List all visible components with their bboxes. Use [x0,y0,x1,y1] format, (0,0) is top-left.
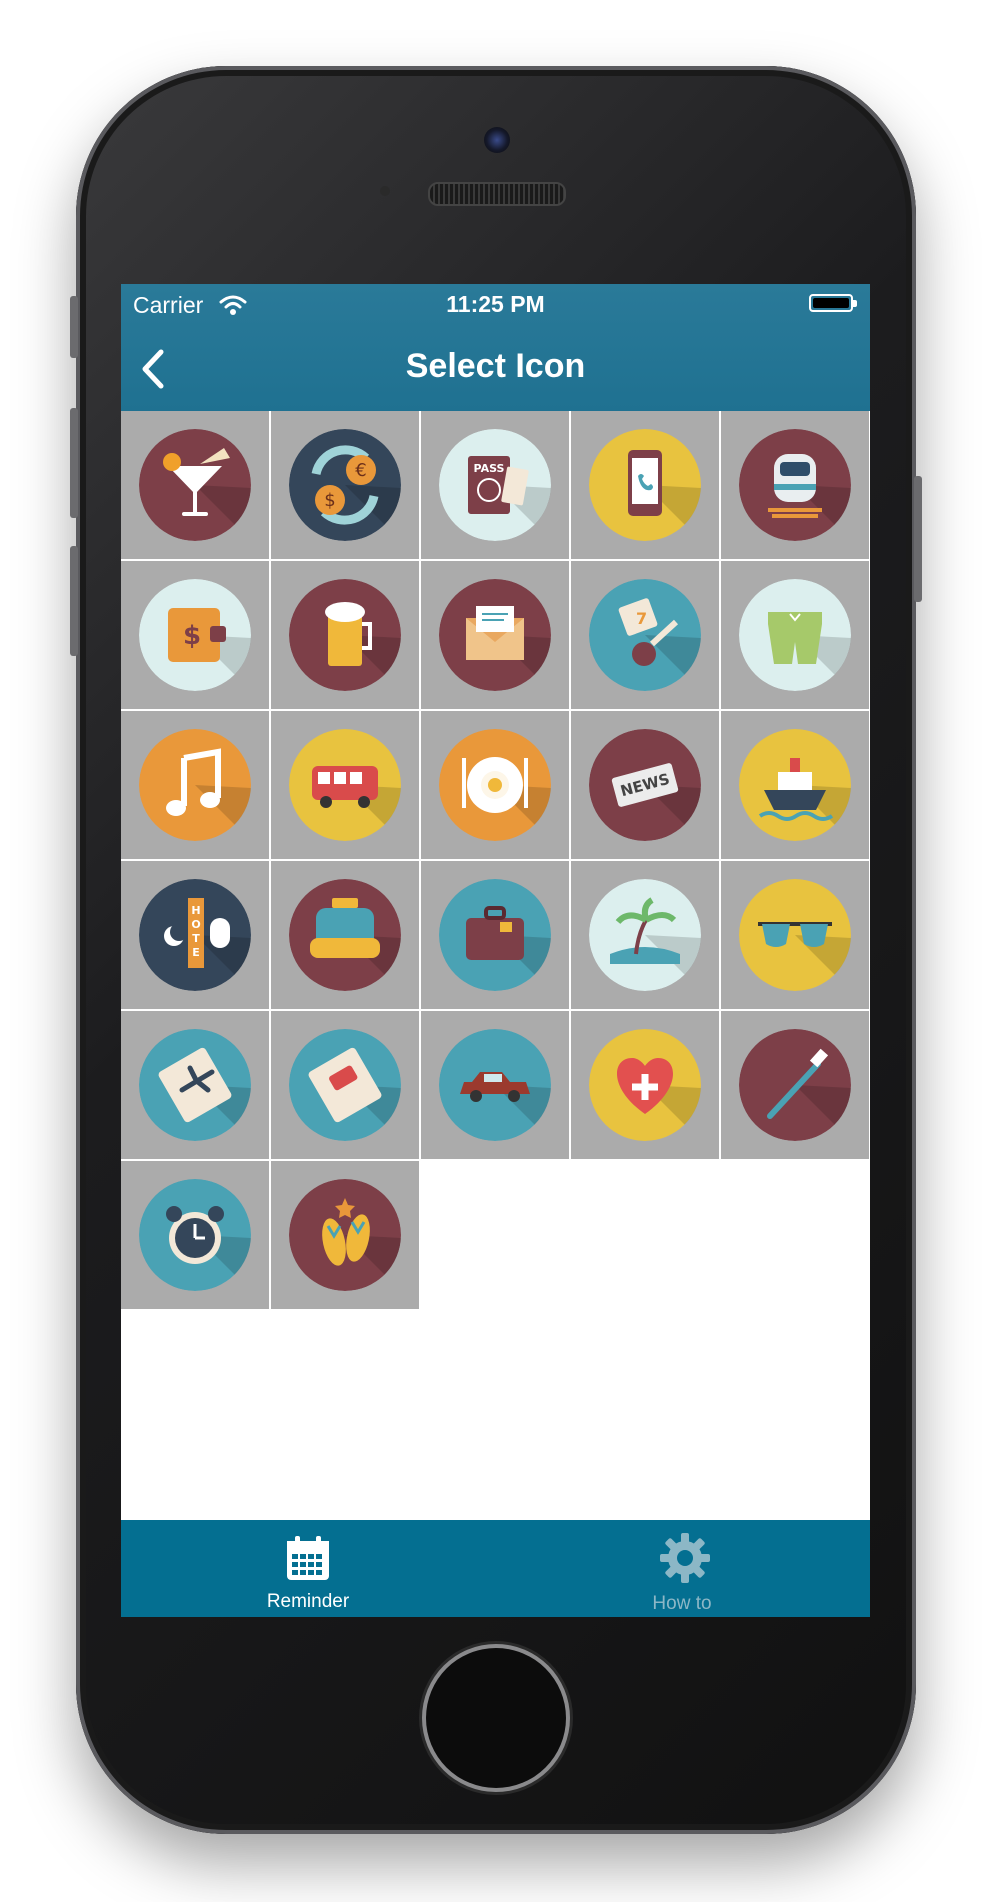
cruise-ship-icon [739,729,851,841]
icon-option[interactable] [721,711,869,859]
icon-option[interactable] [571,411,719,559]
icon-option[interactable] [121,711,269,859]
screen: Carrier 11:25 PM Select Icon € $ PASS $7 NEW… [121,284,870,1617]
icon-option[interactable] [571,861,719,1009]
tab-how-to-label: How to [652,1593,712,1614]
room-key-icon: 7 [589,579,701,691]
cocktail-icon [139,429,251,541]
svg-text:$: $ [183,621,201,651]
icon-option[interactable] [121,1011,269,1159]
svg-text:T: T [192,932,200,945]
icon-option[interactable] [721,861,869,1009]
power-button [914,476,922,602]
svg-text:7: 7 [636,609,647,628]
icon-option[interactable] [421,711,569,859]
icon-option[interactable] [421,561,569,709]
icon-option[interactable]: $ [121,561,269,709]
navigation-bar: Carrier 11:25 PM Select Icon [121,284,870,411]
home-button[interactable] [426,1648,566,1788]
tab-how-to[interactable]: How to [495,1520,869,1617]
earpiece-speaker [428,182,566,206]
svg-text:$: $ [324,490,335,511]
mobile-phone-icon [589,429,701,541]
icon-option[interactable]: NEWS [571,711,719,859]
calendar-icon [287,1536,329,1580]
tab-bar: Reminder How to [121,1520,870,1617]
taxi-icon [289,879,401,991]
icon-option[interactable] [421,861,569,1009]
currency-exchange-icon: €$ [289,429,401,541]
status-time: 11:25 PM [446,291,545,317]
envelope-icon [439,579,551,691]
icon-option[interactable]: PASS [421,411,569,559]
bus-ticket-icon [289,1029,401,1141]
svg-text:H: H [191,904,200,917]
alarm-clock-icon [139,1179,251,1291]
icon-option[interactable]: 7 [571,561,719,709]
battery-icon [809,294,857,312]
icon-option[interactable] [271,1161,419,1309]
tab-reminder[interactable]: Reminder [121,1520,495,1617]
passport-icon: PASS [439,429,551,541]
icon-option[interactable] [571,1011,719,1159]
car-icon [439,1029,551,1141]
flip-flops-icon [289,1179,401,1291]
svg-text:€: € [355,460,366,481]
icon-option[interactable] [421,1011,569,1159]
gear-icon [660,1533,710,1583]
suitcase-icon [439,879,551,991]
swim-shorts-icon [739,579,851,691]
icon-option[interactable] [271,1011,419,1159]
icon-option[interactable] [721,411,869,559]
volume-up-button [70,408,78,518]
hotel-icon: HOTE [139,879,251,991]
icon-option[interactable] [121,411,269,559]
svg-text:E: E [192,946,200,959]
icon-option[interactable] [721,561,869,709]
volume-down-button [70,546,78,656]
toothbrush-icon [739,1029,851,1141]
icon-option[interactable] [271,561,419,709]
tab-reminder-label: Reminder [266,1591,350,1612]
bus-icon [289,729,401,841]
palm-island-icon [589,879,701,991]
icon-option[interactable] [271,711,419,859]
proximity-sensor [380,186,390,196]
page-title: Select Icon [405,347,586,385]
train-icon [739,429,851,541]
music-note-icon [139,729,251,841]
icon-option[interactable] [721,1011,869,1159]
svg-text:O: O [191,918,200,931]
beer-icon [289,579,401,691]
svg-text:PASS: PASS [474,462,505,475]
sunglasses-icon [739,879,851,991]
mute-switch [70,296,78,358]
health-heart-icon [589,1029,701,1141]
icon-option[interactable]: € $ [271,411,419,559]
newspaper-icon: NEWS [589,729,701,841]
icon-option[interactable] [121,1161,269,1309]
wallet-icon: $ [139,579,251,691]
breakfast-plate-icon [439,729,551,841]
icon-option[interactable]: HOTE [121,861,269,1009]
plane-ticket-icon [139,1029,251,1141]
icon-option[interactable] [271,861,419,1009]
front-camera [484,127,510,153]
